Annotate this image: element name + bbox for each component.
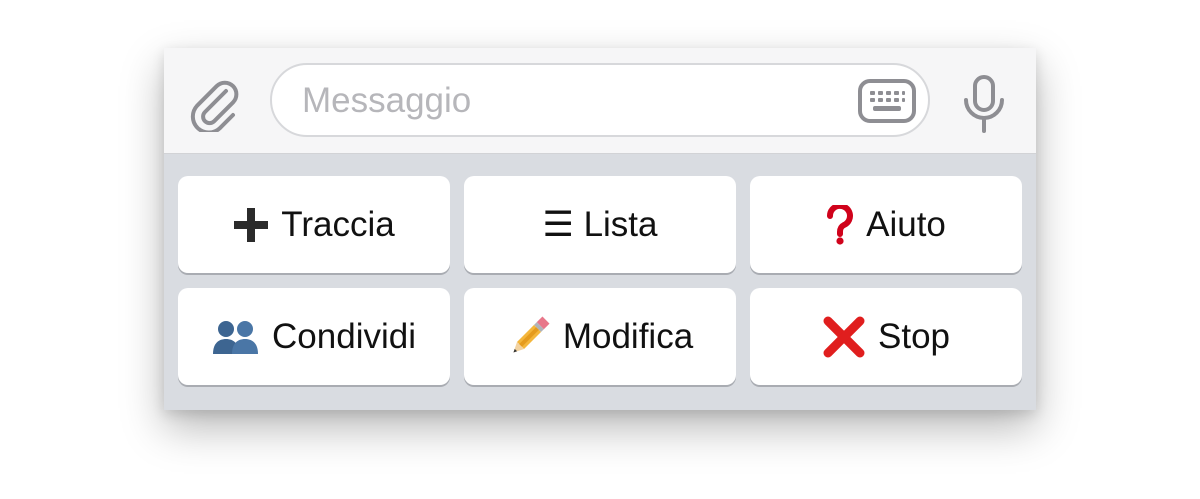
paperclip-icon[interactable] [186,76,242,135]
question-mark-icon [826,204,854,245]
lista-button[interactable]: ☰ Lista [464,176,736,273]
modifica-label: Modifica [562,316,694,356]
plus-icon [233,207,269,243]
message-field [270,63,930,137]
stop-label: Stop [878,316,950,356]
message-input[interactable] [300,75,844,127]
cross-mark-icon [822,315,866,359]
keyboard-icon[interactable] [857,78,917,124]
aiuto-button[interactable]: Aiuto [750,176,1022,273]
traccia-label: Traccia [281,204,395,244]
message-input-bar [164,48,1036,154]
lista-label: ☰ Lista [542,204,658,244]
reply-keyboard: Traccia ☰ Lista Aiuto Condividi Modifica… [178,176,1022,385]
modifica-button[interactable]: Modifica [464,288,736,385]
condividi-label: Condividi [272,316,416,356]
people-icon [212,319,260,355]
condividi-button[interactable]: Condividi [178,288,450,385]
aiuto-label: Aiuto [866,204,946,244]
stop-button[interactable]: Stop [750,288,1022,385]
traccia-button[interactable]: Traccia [178,176,450,273]
microphone-icon[interactable] [960,74,1008,134]
telegram-reply-keyboard-panel: Traccia ☰ Lista Aiuto [164,48,1036,410]
pencil-icon [507,315,551,359]
